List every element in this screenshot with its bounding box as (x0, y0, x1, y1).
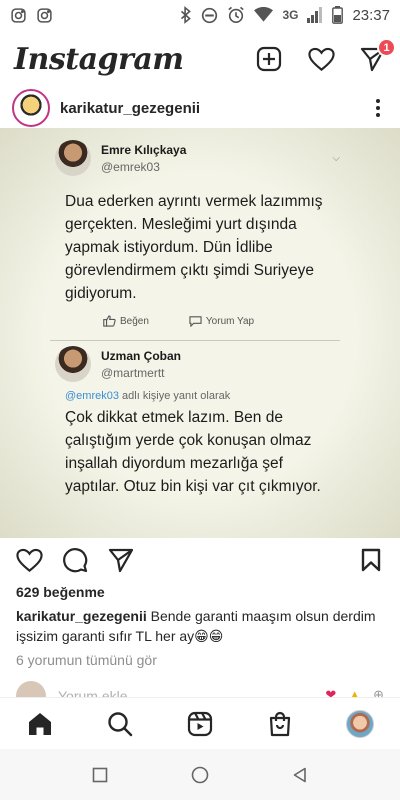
bookmark-icon (361, 548, 381, 572)
tweet-author-name: Emre Kılıçkaya (101, 142, 187, 157)
nav-reels[interactable] (183, 707, 217, 741)
reply-handle: @emrek03 (65, 390, 119, 402)
alarm-icon (228, 6, 245, 24)
reels-icon (187, 711, 213, 736)
home-icon (29, 712, 51, 735)
activity-button[interactable] (306, 44, 336, 74)
more-dot (376, 99, 380, 103)
tweet-reply: Yorum Yap (189, 315, 254, 327)
post-header: karikatur_gezegenii (0, 88, 400, 128)
tweet-author-name: Uzman Çoban (101, 348, 182, 363)
tweet-text: Çok dikkat etmek lazım. Ben de çalıştığı… (65, 409, 321, 495)
do-not-disturb-icon (202, 7, 218, 23)
nav-profile[interactable] (343, 707, 377, 741)
signal-icon (307, 7, 323, 23)
tweet-author: Emre Kılıçkaya @emrek03 (101, 143, 332, 174)
tweet-header: Uzman Çoban @martmertt (55, 346, 340, 382)
send-icon (108, 548, 134, 573)
tweet-header: Emre Kılıçkaya @emrek03 ⌵ (55, 140, 340, 176)
comment-button[interactable] (60, 545, 90, 575)
network-type-label: 3G (282, 8, 299, 22)
header-actions: 1 (254, 38, 396, 74)
instagram-notification-icon (11, 7, 26, 23)
app-header: Instagram 1 (0, 30, 400, 88)
post-actions-left (14, 545, 356, 575)
nav-home[interactable] (23, 707, 57, 741)
tweet-actions: Beğen Yorum Yap (55, 315, 340, 327)
profile-avatar (346, 709, 374, 738)
search-icon (108, 711, 133, 736)
more-dot (376, 106, 380, 110)
home-circle-icon[interactable] (191, 766, 209, 784)
heart-icon (307, 47, 335, 71)
bottom-navigation (0, 697, 400, 749)
tweet-card: Uzman Çoban @martmertt @emrek03 adlı kiş… (55, 346, 340, 498)
comment-bubble-icon (189, 316, 202, 327)
battery-icon (332, 6, 344, 24)
tweet-author-avatar (55, 140, 91, 176)
tweet-author-handle: @emrek03 (101, 159, 160, 174)
post-action-row (0, 538, 400, 582)
system-navigation-bar (0, 749, 400, 800)
nav-shop[interactable] (263, 707, 297, 741)
post-author-avatar[interactable] (12, 89, 50, 127)
tweet-author-handle: @martmertt (101, 365, 165, 380)
bluetooth-icon (181, 6, 192, 24)
wifi-icon (254, 7, 274, 22)
tweet-text: Dua ederken ayrıntı vermek lazımmış gerç… (65, 193, 323, 302)
tweet-divider (50, 340, 340, 341)
reply-suffix: adlı kişiye yanıt olarak (122, 390, 231, 402)
like-count[interactable]: 629 beğenme (16, 584, 105, 600)
caption-username[interactable]: karikatur_gezegenii (16, 608, 147, 624)
tweet-card: Emre Kılıçkaya @emrek03 ⌵ Dua ederken ay… (55, 140, 340, 327)
post-image[interactable]: Emre Kılıçkaya @emrek03 ⌵ Dua ederken ay… (0, 128, 400, 538)
clock-time: 23:37 (352, 6, 390, 24)
view-all-comments-link[interactable]: 6 yorumun tümünü gör (16, 652, 157, 668)
recent-apps-icon[interactable] (92, 767, 108, 783)
more-dot (376, 113, 380, 117)
shopping-bag-icon (269, 711, 291, 736)
status-left (10, 7, 53, 24)
heart-icon (15, 548, 43, 572)
tweet-like: Beğen (103, 315, 149, 327)
thumbs-up-icon (103, 315, 116, 327)
plus-square-icon (256, 46, 282, 72)
tweet-author-avatar (55, 346, 91, 382)
notification-badge: 1 (377, 38, 396, 57)
comment-icon (63, 548, 88, 573)
new-post-button[interactable] (254, 44, 284, 74)
tweet-reply-label: Yorum Yap (205, 315, 255, 327)
share-button[interactable] (106, 545, 136, 575)
more-options-button[interactable] (368, 95, 388, 121)
save-button[interactable] (356, 545, 386, 575)
status-bar: 3G 23:37 (0, 0, 400, 30)
reply-context: @emrek03 adlı kişiye yanıt olarak (55, 390, 340, 402)
back-triangle-icon[interactable] (292, 767, 308, 783)
instagram-logo[interactable]: Instagram (14, 42, 254, 77)
instagram-notification-icon (37, 7, 52, 23)
chevron-down-icon: ⌵ (332, 152, 340, 164)
post-caption: karikatur_gezegenii Bende garanti maaşım… (16, 606, 388, 646)
like-button[interactable] (14, 545, 44, 575)
post-author-username[interactable]: karikatur_gezegenii (60, 100, 368, 117)
tweet-like-label: Beğen (120, 315, 149, 327)
tweet-author: Uzman Çoban @martmertt (101, 349, 340, 380)
nav-search[interactable] (103, 707, 137, 741)
status-right: 3G 23:37 (180, 6, 390, 24)
direct-messages-button[interactable]: 1 (358, 38, 396, 74)
